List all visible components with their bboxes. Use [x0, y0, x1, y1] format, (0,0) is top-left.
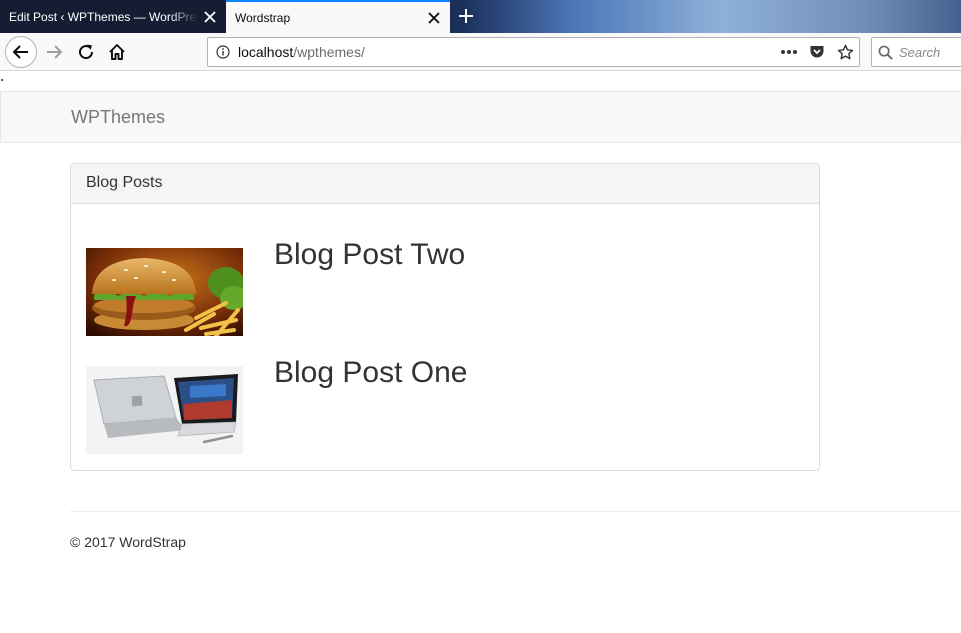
bookmark-star-icon[interactable] [831, 38, 859, 66]
tab-strip: Edit Post ‹ WPThemes — WordPress Wordstr… [0, 0, 961, 33]
back-button[interactable] [5, 36, 37, 68]
arrow-left-icon [13, 45, 28, 59]
blog-posts-panel: Blog Posts Blog Post Two Blog Post One [70, 163, 820, 471]
search-icon [878, 45, 893, 60]
post-item: Blog Post One [86, 356, 806, 456]
post-title-link[interactable]: Blog Post One [274, 356, 467, 390]
pocket-icon[interactable] [803, 38, 831, 66]
laptop-thumbnail[interactable] [86, 366, 243, 454]
plus-icon [459, 9, 473, 23]
post-title-link[interactable]: Blog Post Two [274, 238, 465, 272]
url-host: localhost [238, 44, 294, 60]
panel-heading: Blog Posts [71, 164, 819, 204]
footer-copyright: © 2017 WordStrap [70, 534, 186, 550]
site-navbar: WPThemes [0, 91, 961, 143]
tab-title: Wordstrap [235, 10, 291, 25]
url-path: /wpthemes/ [293, 44, 365, 60]
page-actions-icon[interactable] [775, 38, 803, 66]
search-bar[interactable] [871, 37, 961, 67]
forward-button[interactable] [38, 36, 70, 68]
info-icon[interactable] [208, 38, 238, 66]
url-text[interactable]: localhost/wpthemes/ [238, 44, 775, 60]
home-icon [109, 44, 125, 60]
reload-icon [79, 44, 94, 60]
nav-toolbar: localhost/wpthemes/ [0, 33, 961, 71]
url-bar[interactable]: localhost/wpthemes/ [207, 37, 860, 67]
site-brand-link[interactable]: WPThemes [71, 107, 165, 128]
burger-thumbnail[interactable] [86, 248, 243, 336]
tab-edit-post[interactable]: Edit Post ‹ WPThemes — WordPress [0, 0, 226, 33]
new-tab-button[interactable] [452, 3, 480, 29]
home-button[interactable] [101, 36, 133, 68]
tab-title: Edit Post ‹ WPThemes — WordPress [9, 9, 198, 24]
close-icon[interactable] [422, 6, 446, 30]
close-icon[interactable] [198, 5, 222, 29]
stray-dot [1, 79, 3, 81]
reload-button[interactable] [70, 36, 102, 68]
tab-wordstrap[interactable]: Wordstrap [226, 0, 450, 33]
post-item: Blog Post Two [86, 238, 806, 338]
arrow-right-icon [47, 45, 62, 59]
footer-divider [70, 511, 961, 512]
search-input[interactable] [899, 44, 961, 60]
